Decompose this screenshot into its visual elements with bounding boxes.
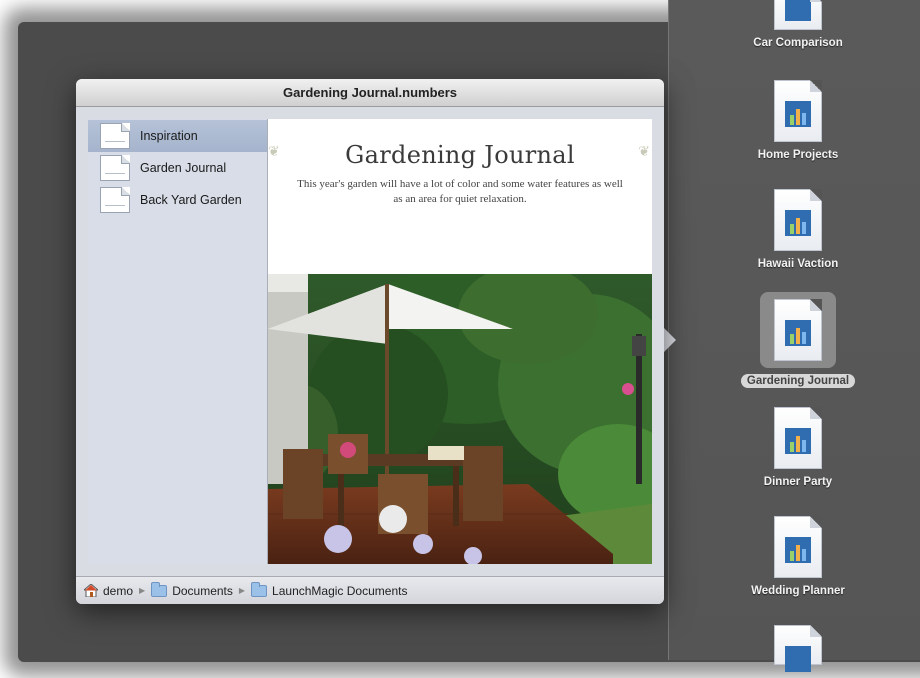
popup-body: Inspiration Garden Journal Back Yard Gar… (88, 119, 652, 564)
numbers-document-icon (774, 189, 822, 251)
folder-icon (251, 581, 268, 597)
path-label: Documents (172, 583, 233, 598)
path-label: LaunchMagic Documents (272, 583, 408, 598)
document-item-car-comparison[interactable]: Car Comparison (730, 0, 866, 51)
preview-popup: Gardening Journal.numbers Inspiration Ga… (76, 79, 664, 604)
path-label: demo (103, 583, 134, 598)
ornament-icon: ❦ (268, 143, 280, 159)
sheet-item-garden-journal[interactable]: Garden Journal (88, 152, 267, 184)
sheet-icon (100, 187, 130, 213)
document-item-dinner-party[interactable]: Dinner Party (730, 407, 866, 490)
path-segment-documents[interactable]: Documents (151, 581, 233, 598)
preview-header: ❦ ❦ Gardening Journal This year's garden… (268, 119, 652, 274)
chart-icon (785, 101, 811, 127)
document-item-hawaii-vaction[interactable]: Hawaii Vaction (730, 189, 866, 272)
numbers-document-icon (774, 516, 822, 578)
document-item-home-projects[interactable]: Home Projects (730, 80, 866, 163)
document-label: Dinner Party (763, 476, 833, 488)
chart-icon (785, 537, 811, 563)
numbers-document-icon (774, 80, 822, 142)
chart-icon (785, 428, 811, 454)
document-label: Hawaii Vaction (757, 258, 839, 270)
numbers-document-icon (774, 299, 822, 361)
preview-title: Gardening Journal (345, 141, 575, 169)
document-item-gardening-journal[interactable]: Gardening Journal (730, 292, 866, 389)
chart-icon (785, 646, 811, 672)
path-arrow-icon: ▶ (139, 586, 146, 595)
garden-photo (268, 274, 652, 564)
chart-icon (785, 210, 811, 236)
sheet-label: Garden Journal (140, 161, 227, 175)
document-item-wedding-planner[interactable]: Wedding Planner (730, 516, 866, 599)
sheet-item-back-yard-garden[interactable]: Back Yard Garden (88, 184, 267, 216)
chart-icon (785, 0, 811, 21)
sheet-icon (100, 123, 130, 149)
sheet-label: Back Yard Garden (140, 193, 242, 207)
numbers-document-icon (774, 625, 822, 672)
document-label: Car Comparison (753, 37, 843, 49)
path-segment-home[interactable]: demo (84, 584, 133, 598)
document-label: Gardening Journal (740, 374, 856, 388)
numbers-document-icon (774, 407, 822, 469)
sheet-icon (100, 155, 130, 181)
document-label: Home Projects (757, 149, 839, 161)
house-icon (84, 584, 98, 597)
document-label: Wedding Planner (751, 585, 845, 597)
popup-title: Gardening Journal.numbers (76, 79, 664, 107)
sheet-sidebar: Inspiration Garden Journal Back Yard Gar… (88, 119, 268, 564)
popup-pointer (664, 328, 676, 352)
preview-subtitle: This year's garden will have a lot of co… (297, 178, 623, 205)
ornament-icon: ❦ (638, 143, 650, 159)
chart-icon (785, 320, 811, 346)
folder-icon (151, 581, 168, 597)
numbers-document-icon (774, 0, 822, 30)
sheet-item-inspiration[interactable]: Inspiration (88, 120, 267, 152)
selected-tile (760, 292, 836, 368)
sheet-label: Inspiration (140, 129, 198, 143)
document-item-partial[interactable] (730, 625, 866, 672)
document-preview: ❦ ❦ Gardening Journal This year's garden… (268, 119, 652, 564)
path-arrow-icon: ▶ (238, 586, 246, 595)
path-bar: demo ▶ Documents ▶ LaunchMagic Documents (76, 576, 664, 604)
path-segment-launchmagic[interactable]: LaunchMagic Documents (251, 581, 408, 598)
